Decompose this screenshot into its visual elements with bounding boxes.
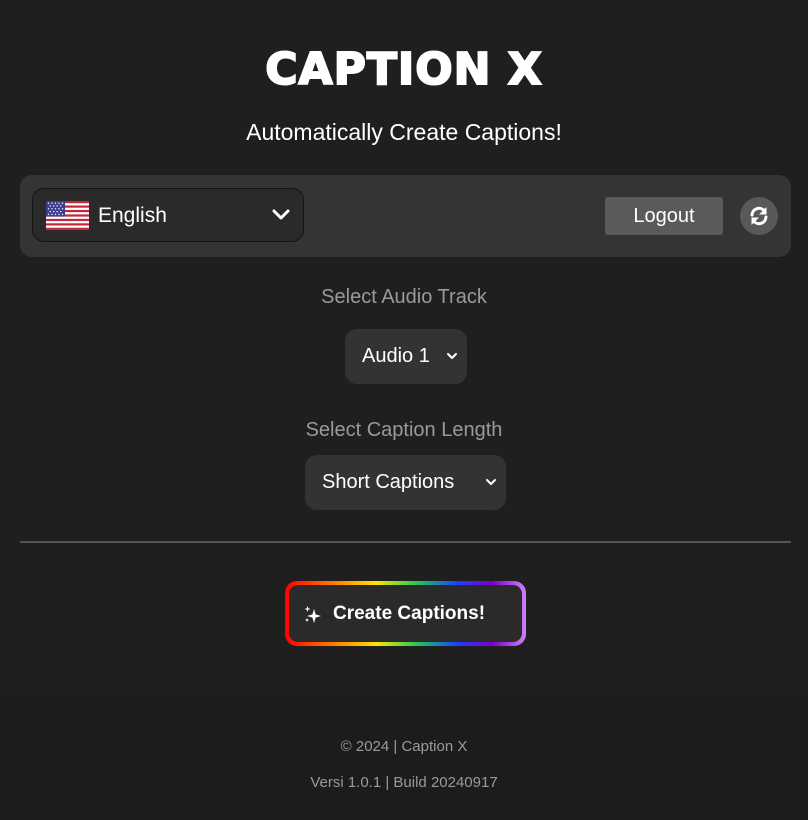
language-select[interactable]: English	[32, 188, 304, 242]
create-captions-label: Create Captions!	[333, 603, 486, 624]
footer-copyright: © 2024 | Caption X	[340, 738, 468, 755]
language-selected-label: English	[98, 204, 167, 227]
sparkles-icon	[304, 606, 321, 623]
section-divider	[20, 541, 791, 543]
top-toolbar: English Logout	[20, 175, 791, 257]
footer-version: Versi 1.0.1 | Build 20240917	[310, 774, 498, 791]
caption-length-value: Short Captions	[322, 471, 455, 493]
logo-text: CAPTION X	[264, 43, 543, 96]
footer: © 2024 | Caption X Versi 1.0.1 | Build 2…	[0, 697, 808, 820]
caption-length-select[interactable]: Short Captions	[305, 455, 506, 510]
chevron-down-icon	[272, 209, 290, 220]
create-captions-button-inner: Create Captions!	[289, 585, 522, 642]
chevron-down-icon	[447, 353, 457, 359]
audio-track-value: Audio 1	[362, 345, 430, 367]
chevron-down-icon	[486, 479, 496, 485]
create-captions-button[interactable]: Create Captions!	[285, 581, 526, 646]
audio-track-select[interactable]: Audio 1	[345, 329, 467, 384]
us-flag-icon	[46, 201, 89, 230]
logout-button[interactable]: Logout	[605, 197, 723, 235]
app-logo: CAPTION X	[0, 38, 808, 102]
app-subtitle: Automatically Create Captions!	[246, 119, 562, 145]
audio-track-label: Select Audio Track	[321, 286, 487, 308]
caption-length-label: Select Caption Length	[305, 419, 503, 441]
refresh-button[interactable]	[740, 197, 778, 235]
refresh-icon	[750, 206, 768, 226]
app-root: CAPTION X Automatically Create Captions!	[0, 0, 808, 820]
